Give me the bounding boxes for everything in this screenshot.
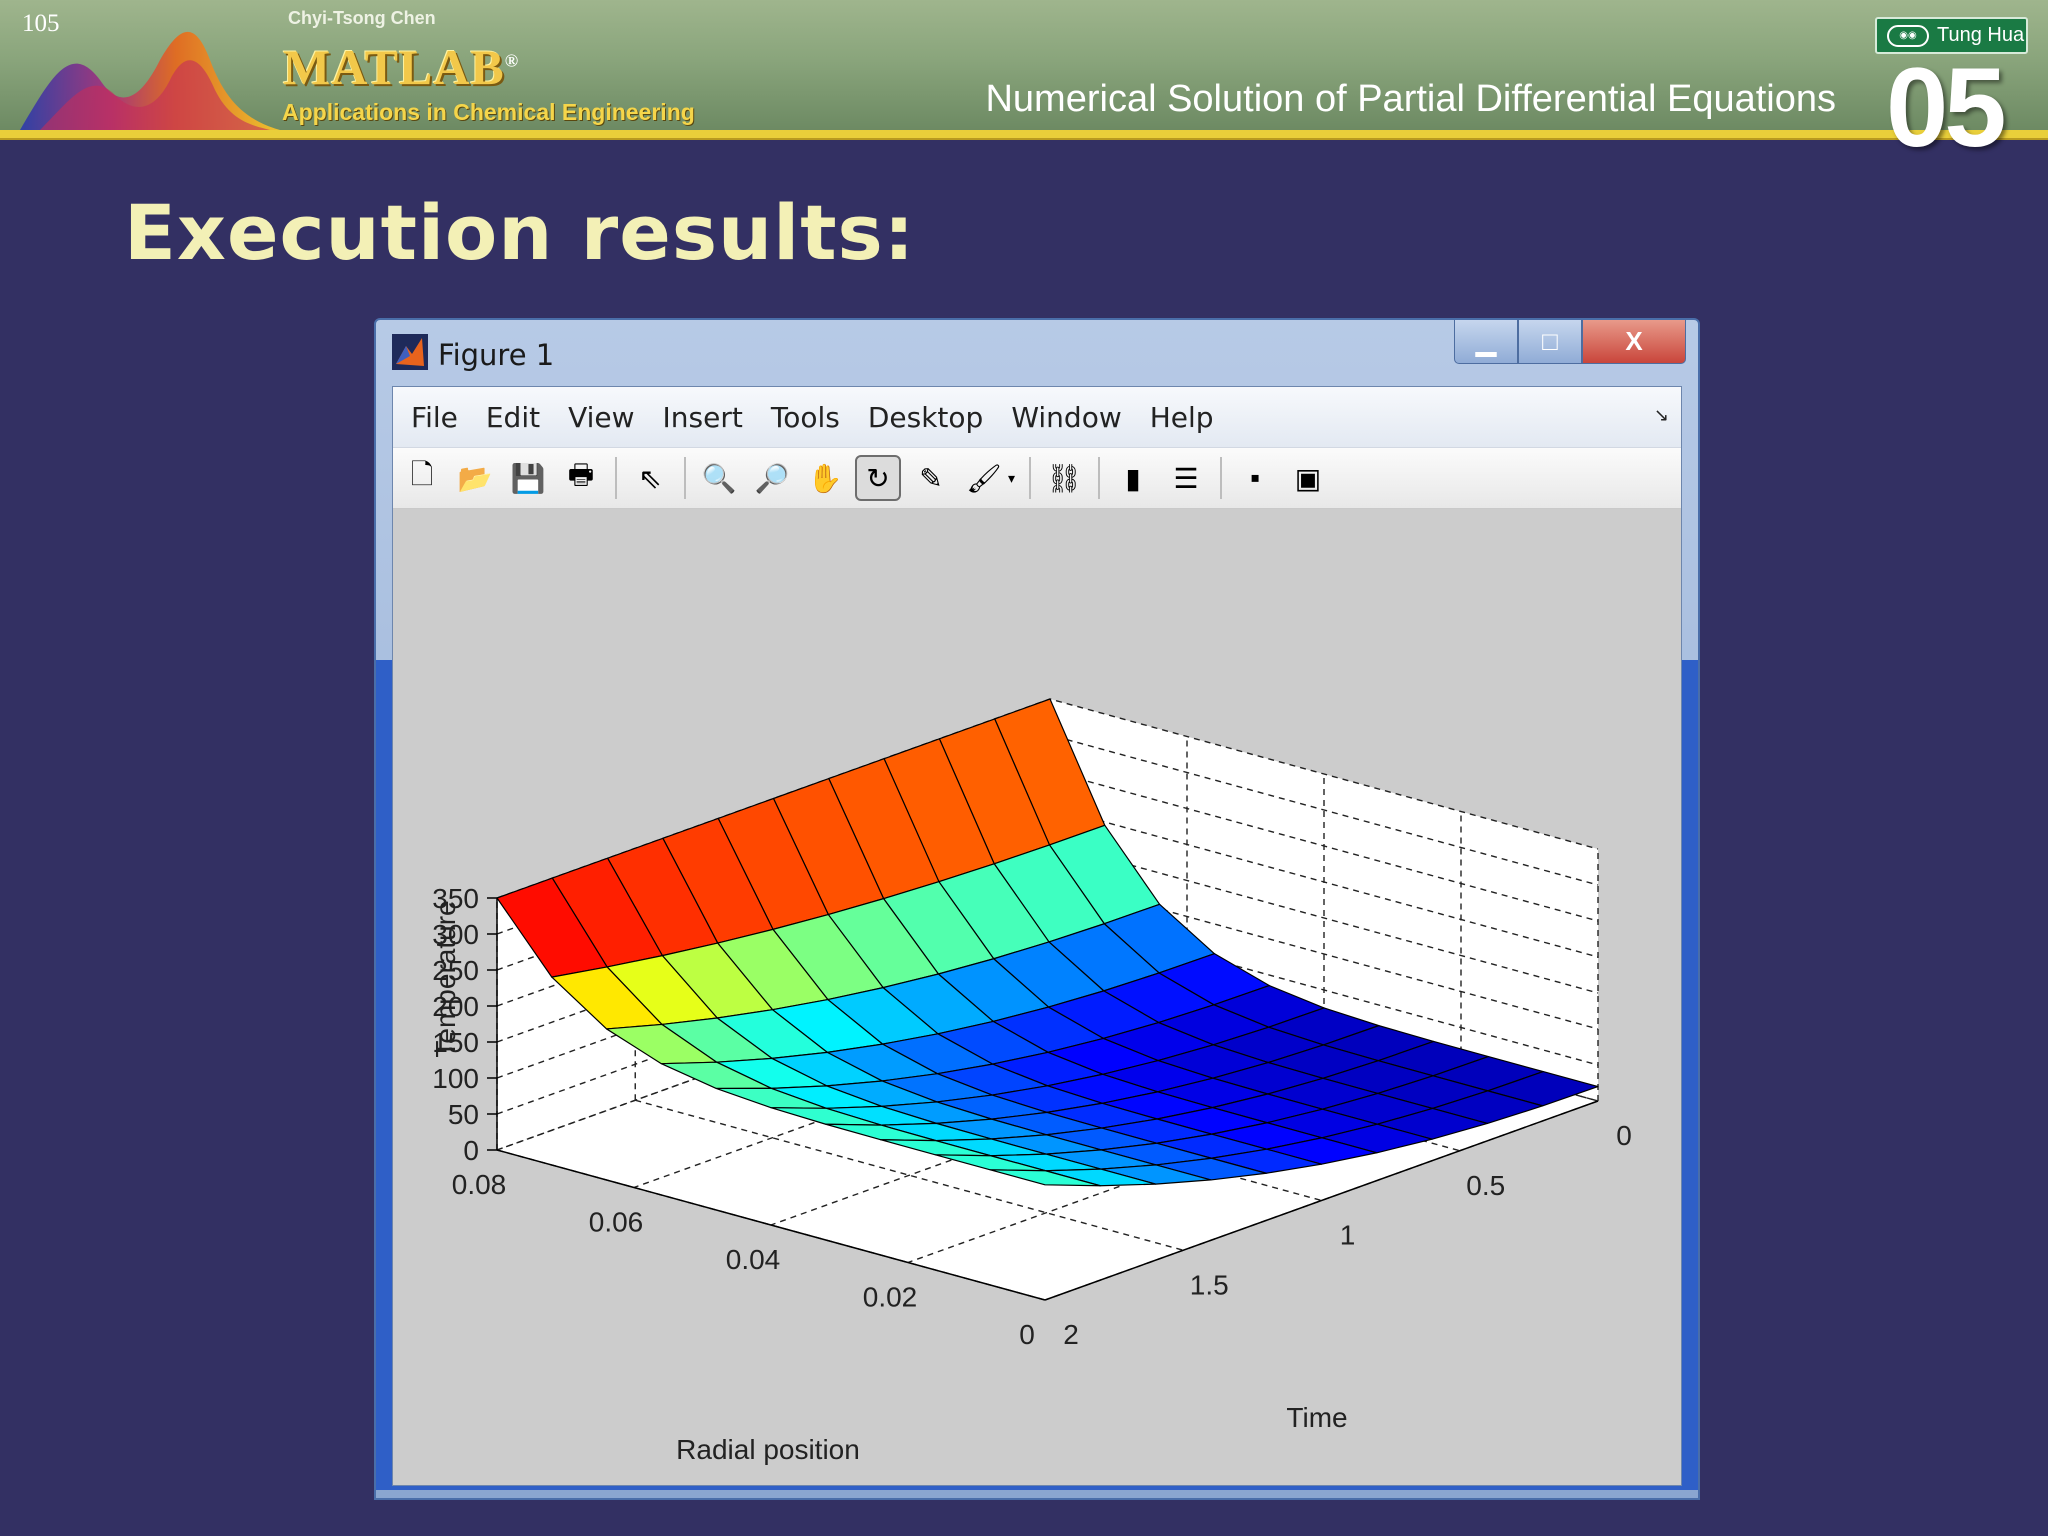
matlab-logo: MATLAB® [283,38,519,96]
window-controls: ▁ □ X [1454,320,1686,364]
toolbar-separator [1220,457,1223,499]
window-title: Figure 1 [438,338,555,372]
figure-window: Figure 1 ▁ □ X File Edit View Insert Too… [374,318,1700,1500]
banner-divider-shadow [0,138,2048,140]
menu-desktop[interactable]: Desktop [868,401,983,434]
radial-tick-label: 0.02 [863,1282,918,1313]
radial-tick-label: 0.08 [452,1169,507,1200]
menu-edit[interactable]: Edit [486,401,540,434]
brush-icon[interactable]: 🖌 [961,455,1007,501]
banner-divider [0,130,2048,138]
data-cursor-icon[interactable]: ✎ [908,455,954,501]
toolbar-separator [1029,457,1032,499]
maximize-button[interactable]: □ [1518,320,1582,364]
toolbar-separator [684,457,686,499]
time-tick-label: 0.5 [1466,1170,1505,1201]
surface-plot-axes[interactable]: 05010015020025030035000.020.040.060.0800… [393,509,1681,1485]
toolbar-separator [615,457,617,499]
toolbar-separator [1098,457,1101,499]
publisher-logo-icon: ◉◉ [1887,24,1929,47]
time-tick-label: 2 [1063,1319,1079,1350]
matlab-figure-icon [392,334,428,370]
z-tick-label: 0 [463,1135,479,1166]
book-subtitle: Applications in Chemical Engineering [282,99,695,125]
show-plot-tools-icon[interactable]: ▣ [1285,455,1331,501]
z-axis-label: Temperature [430,900,461,1057]
minimize-button[interactable]: ▁ [1454,320,1518,364]
menu-insert[interactable]: Insert [663,401,743,434]
zoom-in-icon[interactable]: 🔍 [696,455,742,501]
registered-mark: ® [504,50,520,71]
hide-plot-tools-icon[interactable]: ▪ [1232,455,1278,501]
menu-bar: File Edit View Insert Tools Desktop Wind… [393,387,1681,447]
figure-toolbar: 🗋 📂 💾 🖶 ⇖ 🔍 🔎 ✋ ↻ ✎ 🖌 ▾ ⛓ ▮ ☰ ▪ ▣ [393,447,1681,509]
insert-colorbar-icon[interactable]: ▮ [1110,455,1156,501]
zoom-out-icon[interactable]: 🔎 [749,455,795,501]
author-name: Chyi-Tsong Chen [288,8,436,28]
radial-tick-label: 0.04 [726,1244,781,1275]
figure-client-area: File Edit View Insert Tools Desktop Wind… [392,386,1682,1486]
z-tick-label: 100 [432,1063,479,1094]
menu-view[interactable]: View [568,401,634,434]
new-figure-icon[interactable]: 🗋 [399,455,445,501]
time-axis-label: Time [1286,1402,1347,1433]
window-titlebar[interactable]: Figure 1 ▁ □ X [376,320,1698,386]
logo-text: MATLAB [283,39,505,95]
print-icon[interactable]: 🖶 [558,455,604,501]
open-file-icon[interactable]: 📂 [452,455,498,501]
menu-window[interactable]: Window [1011,401,1121,434]
dock-figure-icon[interactable]: ↘ [1654,405,1669,426]
brush-dropdown-icon[interactable]: ▾ [1008,470,1015,487]
time-tick-label: 0 [1616,1120,1632,1151]
link-plot-icon[interactable]: ⛓ [1041,455,1087,501]
matlab-wave-logo-icon [20,31,280,130]
rotate-3d-icon[interactable]: ↻ [855,455,901,501]
radial-tick-label: 0.06 [589,1207,644,1238]
menu-tools[interactable]: Tools [771,401,840,434]
radial-tick-label: 0 [1019,1319,1035,1350]
time-tick-label: 1.5 [1190,1269,1229,1300]
save-icon[interactable]: 💾 [505,455,551,501]
pan-hand-icon[interactable]: ✋ [802,455,848,501]
time-tick-label: 1 [1340,1220,1356,1251]
chapter-number: 05 [1886,45,2007,170]
insert-legend-icon[interactable]: ☰ [1163,455,1209,501]
radial-axis-label: Radial position [676,1434,860,1465]
menu-help[interactable]: Help [1150,401,1214,434]
figure-canvas[interactable]: 0 50 100 150 200 250 300 350 0 0.02 0.04 0.06 0.08 0 0… [393,509,1681,1485]
close-button[interactable]: X [1582,320,1686,364]
edit-plot-arrow-icon[interactable]: ⇖ [627,455,673,501]
menu-file[interactable]: File [411,401,458,434]
publisher-name: Tung Hua [1937,24,2025,46]
slide-heading: Execution results: [124,188,916,277]
chapter-title: Numerical Solution of Partial Differenti… [985,78,1836,120]
z-tick-label: 50 [448,1099,479,1130]
